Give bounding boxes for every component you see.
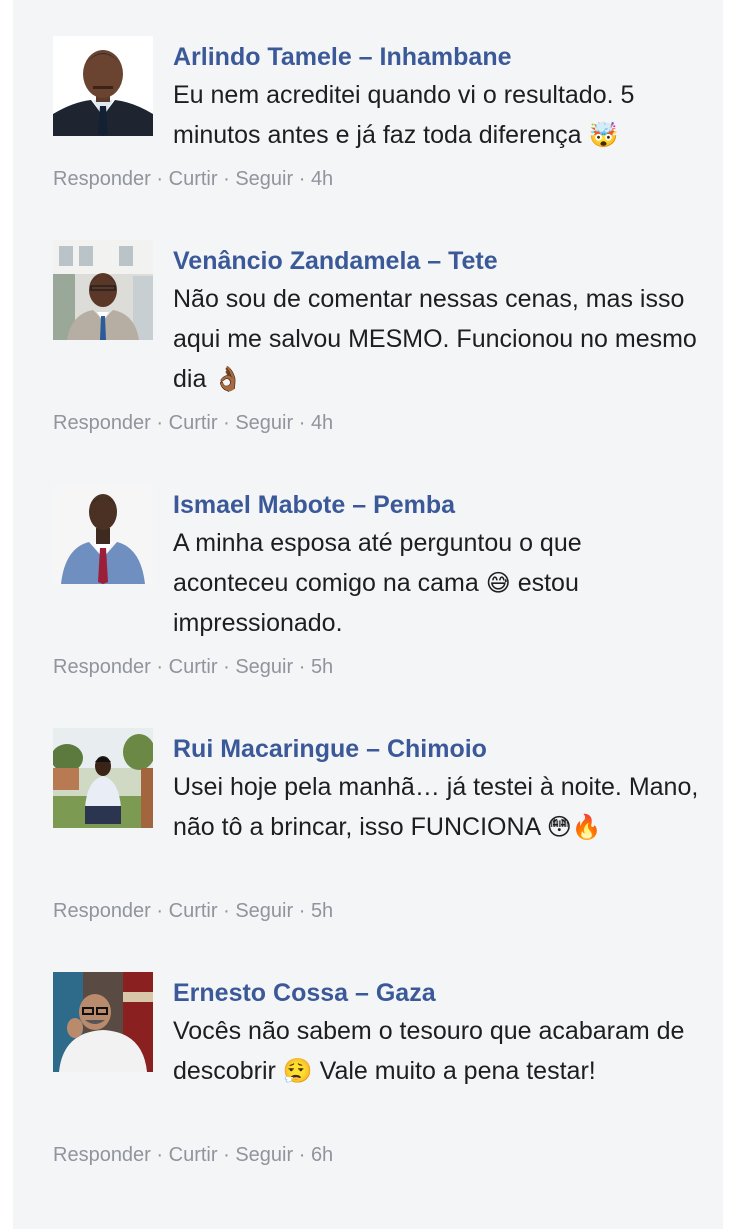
comment-actions: Responder · Curtir · Seguir · 6h <box>53 1143 333 1167</box>
like-button[interactable]: Curtir <box>169 900 218 922</box>
reply-button[interactable]: Responder <box>53 900 151 922</box>
timestamp: 5h <box>310 900 334 922</box>
ok-hand-emoji-icon: 👌🏾 <box>213 365 244 393</box>
separator: · <box>298 900 306 922</box>
grinning-sweat-emoji-icon: 😅 <box>485 569 511 597</box>
follow-button[interactable]: Seguir <box>235 900 293 922</box>
avatar[interactable] <box>53 728 153 828</box>
comment-text-content: Eu nem acreditei quando vi o resultado. … <box>173 81 635 149</box>
avatar[interactable] <box>53 36 153 136</box>
comments-panel: Arlindo Tamele – Inhambane Eu nem acredi… <box>13 0 723 1229</box>
like-button[interactable]: Curtir <box>169 412 218 434</box>
separator: · <box>223 900 230 922</box>
comment-text: Eu nem acreditei quando vi o resultado. … <box>173 75 703 155</box>
like-button[interactable]: Curtir <box>169 656 218 678</box>
exploding-head-emoji-icon: 🤯 <box>588 121 619 149</box>
comment-author[interactable]: Rui Macaringue – Chimoio <box>173 734 703 764</box>
like-button[interactable]: Curtir <box>169 168 218 190</box>
separator: · <box>223 656 230 678</box>
comment-author[interactable]: Arlindo Tamele – Inhambane <box>173 42 703 72</box>
separator: · <box>223 1144 230 1166</box>
flushed-fire-emoji-icon: 😳🔥 <box>546 813 602 841</box>
follow-button[interactable]: Seguir <box>235 1144 293 1166</box>
comment-actions: Responder · Curtir · Seguir · 5h <box>53 899 333 923</box>
separator: · <box>298 656 306 678</box>
comment-text: Usei hoje pela manhã… já testei à noite.… <box>173 767 703 847</box>
comment-author[interactable]: Venâncio Zandamela – Tete <box>173 246 703 276</box>
comment-text: Não sou de comentar nessas cenas, mas is… <box>173 279 703 399</box>
comment-actions: Responder · Curtir · Seguir · 5h <box>53 655 333 679</box>
separator: · <box>156 168 164 190</box>
comment-text-content: Usei hoje pela manhã… já testei à noite.… <box>173 773 699 841</box>
reply-button[interactable]: Responder <box>53 168 151 190</box>
separator: · <box>156 1144 164 1166</box>
comment-actions: Responder · Curtir · Seguir · 4h <box>53 167 333 191</box>
separator: · <box>223 168 230 190</box>
comment-actions: Responder · Curtir · Seguir · 4h <box>53 411 333 435</box>
comment-text: Vocês não sabem o tesouro que acabaram d… <box>173 1011 703 1091</box>
follow-button[interactable]: Seguir <box>235 656 293 678</box>
reply-button[interactable]: Responder <box>53 412 151 434</box>
avatar[interactable] <box>53 240 153 340</box>
follow-button[interactable]: Seguir <box>235 168 293 190</box>
comment-author[interactable]: Ismael Mabote – Pemba <box>173 490 703 520</box>
follow-button[interactable]: Seguir <box>235 412 293 434</box>
avatar[interactable] <box>53 484 153 584</box>
timestamp: 5h <box>310 656 334 678</box>
reply-button[interactable]: Responder <box>53 1144 151 1166</box>
separator: · <box>298 1144 306 1166</box>
comment-author[interactable]: Ernesto Cossa – Gaza <box>173 978 703 1008</box>
separator: · <box>223 412 230 434</box>
timestamp: 6h <box>310 1144 334 1166</box>
like-button[interactable]: Curtir <box>169 1144 218 1166</box>
separator: · <box>156 656 164 678</box>
reply-button[interactable]: Responder <box>53 656 151 678</box>
comment-text-content: Não sou de comentar nessas cenas, mas is… <box>173 285 697 393</box>
separator: · <box>156 412 164 434</box>
comment-text: A minha esposa até perguntou o que acont… <box>173 523 703 643</box>
separator: · <box>298 412 306 434</box>
comment-text-content: Vale muito a pena testar! <box>319 1057 596 1085</box>
avatar[interactable] <box>53 972 153 1072</box>
exhaling-face-emoji-icon: 😮‍💨 <box>282 1057 313 1085</box>
timestamp: 4h <box>310 168 334 190</box>
separator: · <box>156 900 164 922</box>
separator: · <box>298 168 306 190</box>
timestamp: 4h <box>310 412 334 434</box>
